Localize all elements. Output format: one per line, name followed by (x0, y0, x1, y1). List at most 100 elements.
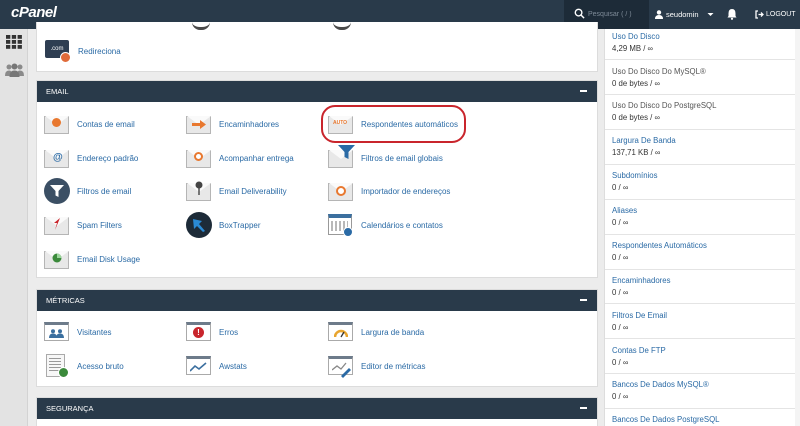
raw-access-icon (44, 353, 70, 379)
email-panel-header[interactable]: EMAIL (37, 81, 597, 102)
search-icon (574, 8, 585, 19)
stat-autoresponders[interactable]: Respondentes Automáticos 0 / ∞ (612, 241, 797, 262)
email-accounts-icon (44, 111, 70, 137)
stat-bandwidth[interactable]: Largura De Banda 137,71 KB / ∞ (612, 136, 797, 157)
metrics-editor-icon (328, 353, 354, 379)
search-input[interactable] (588, 8, 648, 21)
divider (605, 164, 800, 165)
tool-label: Contas de email (77, 119, 135, 129)
user-menu[interactable]: seudomin (655, 0, 714, 29)
partial-icon (192, 22, 210, 30)
collapse-icon[interactable] (580, 90, 587, 92)
left-sidebar (0, 29, 28, 426)
divider (605, 94, 800, 95)
forwarders-icon (186, 111, 212, 137)
errors-icon: ! (186, 319, 212, 345)
spam-filters-icon (44, 212, 70, 238)
tool-redirects[interactable]: .com Redireciona (45, 38, 121, 64)
visitors-icon (44, 319, 70, 345)
panel-title: SEGURANÇA (46, 404, 94, 413)
address-importer-icon (328, 178, 354, 204)
stat-postgresql-databases[interactable]: Bancos De Dados PostgreSQL (612, 415, 797, 424)
divider (605, 199, 800, 200)
users-icon[interactable] (5, 63, 24, 77)
tool-spam-filters[interactable]: Spam Filters (44, 212, 122, 238)
redirect-icon: .com (45, 38, 71, 64)
logout-button[interactable]: LOGOUT (755, 0, 796, 29)
logout-label: LOGOUT (766, 11, 796, 18)
awstats-icon (186, 353, 212, 379)
tool-address-importer[interactable]: Importador de endereços (328, 178, 450, 204)
tool-label: Filtros de email globais (361, 153, 443, 163)
tool-deliverability[interactable]: Email Deliverability (186, 178, 287, 204)
tool-bandwidth[interactable]: Largura de banda (328, 319, 424, 345)
tool-default-address[interactable]: @ Endereço padrão (44, 145, 138, 171)
divider (605, 408, 800, 409)
tool-label: Editor de métricas (361, 361, 426, 371)
panel-title: MÉTRICAS (46, 296, 85, 305)
track-delivery-icon (186, 145, 212, 171)
tool-track-delivery[interactable]: Acompanhar entrega (186, 145, 294, 171)
tool-label: Encaminhadores (219, 119, 280, 129)
divider (605, 59, 800, 60)
collapse-icon[interactable] (580, 407, 587, 409)
bell-icon[interactable] (727, 8, 737, 20)
stat-disk-usage[interactable]: Uso Do Disco 4,29 MB / ∞ (612, 32, 797, 53)
tool-label: Email Deliverability (219, 186, 287, 196)
tools-grid-icon[interactable] (6, 35, 22, 49)
tool-label: Email Disk Usage (77, 254, 141, 264)
security-panel-header[interactable]: SEGURANÇA (37, 398, 597, 419)
divider (605, 303, 800, 304)
tool-label: BoxTrapper (219, 220, 261, 230)
tool-label: Endereço padrão (77, 153, 139, 163)
tool-calendars[interactable]: Calendários e contatos (328, 212, 443, 238)
divider (605, 373, 800, 374)
tool-email-accounts[interactable]: Contas de email (44, 111, 135, 137)
highlight-circle (321, 105, 466, 143)
tool-errors[interactable]: ! Erros (186, 319, 238, 345)
divider (605, 338, 800, 339)
tool-label: Erros (219, 327, 239, 337)
tool-label: Importador de endereços (361, 186, 451, 196)
tool-email-disk-usage[interactable]: Email Disk Usage (44, 246, 140, 272)
divider (605, 234, 800, 235)
global-filters-icon (328, 145, 355, 171)
tool-label: Acompanhar entrega (219, 153, 294, 163)
bandwidth-icon (328, 319, 354, 345)
stat-postgresql-disk: Uso Do Disco Do PostgreSQL 0 de bytes / ∞ (612, 101, 717, 122)
stat-ftp-accounts[interactable]: Contas De FTP 0 / ∞ (612, 346, 797, 367)
email-filters-icon (44, 178, 70, 204)
cpanel-logo[interactable]: cPanel (11, 4, 57, 21)
tool-metrics-editor[interactable]: Editor de métricas (328, 353, 425, 379)
tool-visitors[interactable]: Visitantes (44, 319, 112, 345)
panel-title: EMAIL (46, 87, 69, 96)
tool-awstats[interactable]: Awstats (186, 353, 247, 379)
boxtrapper-icon (186, 212, 212, 238)
logout-icon (755, 10, 764, 19)
deliverability-icon (186, 178, 212, 204)
tool-global-filters[interactable]: Filtros de email globais (328, 145, 443, 171)
stat-aliases[interactable]: Aliases 0 / ∞ (612, 206, 797, 227)
page-scrollbar[interactable] (795, 29, 800, 426)
statistics-sidebar: Uso Do Disco 4,29 MB / ∞ Uso Do Disco Do … (604, 29, 800, 426)
collapse-icon[interactable] (580, 299, 587, 301)
tool-label: Filtros de email (77, 186, 132, 196)
stat-email-filters[interactable]: Filtros De Email 0 / ∞ (612, 311, 797, 332)
tool-label: Redireciona (78, 46, 121, 56)
disk-usage-icon (44, 246, 70, 272)
tool-raw-access[interactable]: Acesso bruto (44, 353, 124, 379)
stat-forwarders[interactable]: Encaminhadores 0 / ∞ (612, 276, 797, 297)
tool-label: Spam Filters (77, 220, 122, 230)
tool-label: Largura de banda (361, 327, 425, 337)
domains-panel: .com Redireciona (36, 22, 598, 72)
stat-mysql-databases[interactable]: Bancos De Dados MySQL® 0 / ∞ (612, 380, 797, 401)
tool-label: Calendários e contatos (361, 220, 443, 230)
partial-icon (333, 22, 351, 30)
tool-email-filters[interactable]: Filtros de email (44, 178, 131, 204)
metrics-panel-header[interactable]: MÉTRICAS (37, 290, 597, 311)
tool-label: Awstats (219, 361, 247, 371)
stat-subdomains[interactable]: Subdomínios 0 / ∞ (612, 171, 797, 192)
tool-boxtrapper[interactable]: BoxTrapper (186, 212, 261, 238)
username: seudomin (666, 10, 699, 19)
tool-forwarders[interactable]: Encaminhadores (186, 111, 279, 137)
